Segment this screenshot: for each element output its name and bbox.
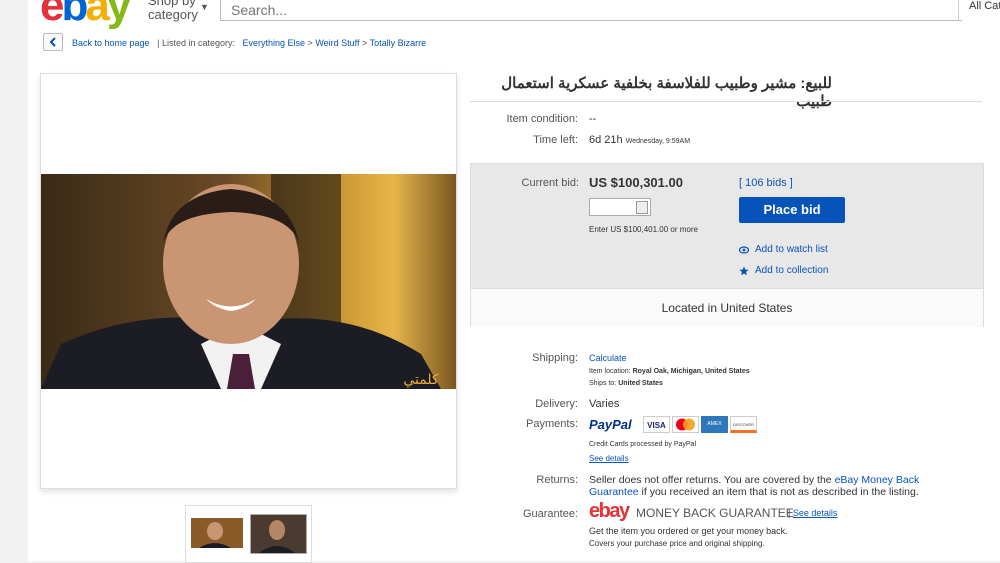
listing-title: للبيع: مشير وطبيب للفلاسفة بخلفية عسكرية… <box>501 75 832 110</box>
all-categories-select[interactable]: All Cat <box>958 0 1000 20</box>
bid-count-link[interactable]: [ 106 bids ] <box>739 177 793 189</box>
guarantee-label: Guarantee: <box>522 508 578 520</box>
item-location-banner: Located in United States <box>471 288 983 327</box>
ships-to: Ships to: United States <box>589 380 663 387</box>
payments-see-details-link[interactable]: See details <box>589 454 629 463</box>
item-location-value: Royal Oak, Michigan, United States <box>632 368 750 375</box>
search-box[interactable] <box>220 0 962 21</box>
back-to-home-link[interactable]: Back to home page <box>72 38 150 48</box>
see-details-text[interactable]: See details <box>589 454 629 463</box>
returns-text-part1: Seller does not offer returns. You are c… <box>589 474 832 486</box>
discover-card-icon: DISCOVER <box>730 416 757 433</box>
guarantee-see-details-link[interactable]: See details <box>793 508 838 518</box>
amex-card-icon: AMEX <box>701 416 728 433</box>
main-image-panel[interactable]: كلمتي <box>40 73 457 489</box>
breadcrumb: Back to home page | Listed in category: … <box>72 38 426 48</box>
current-bid-value: US $100,301.00 <box>589 175 683 190</box>
shipping-label: Shipping: <box>532 352 578 364</box>
chevron-left-icon <box>49 37 56 47</box>
money-back-link[interactable]: eBay Money Back <box>835 474 920 486</box>
guarantee-link[interactable]: Guarantee <box>589 486 639 498</box>
bid-box: Current bid: US $100,301.00 [ 106 bids ]… <box>470 163 984 327</box>
breadcrumb-separator: | <box>157 38 160 48</box>
item-location: Item location: Royal Oak, Michigan, Unit… <box>589 368 750 375</box>
search-input[interactable] <box>221 0 941 18</box>
breadcrumb-item[interactable]: Everything Else <box>243 38 306 48</box>
guarantee-ebay-logo: ebay <box>589 500 630 522</box>
item-location-label: Item location: <box>589 368 631 375</box>
watermark-text: كلمتي <box>403 372 439 388</box>
paypal-logo: PayPal <box>589 417 632 432</box>
logo-letter-a: a <box>85 0 110 30</box>
time-left-label: Time left: <box>533 134 578 146</box>
ebay-logo[interactable]: ebay <box>40 0 132 30</box>
ships-to-value: United States <box>618 380 663 387</box>
guarantee-line-2: Covers your purchase price and original … <box>589 539 765 548</box>
item-photo[interactable]: كلمتي <box>41 174 456 389</box>
star-icon <box>739 266 749 276</box>
payments-label: Payments: <box>526 418 578 430</box>
breadcrumb-item[interactable]: Totally Bizarre <box>370 38 427 48</box>
current-bid-label: Current bid: <box>521 177 579 189</box>
credit-cards-processed-text: Credit Cards processed by PayPal <box>589 441 696 448</box>
back-button[interactable] <box>43 33 63 51</box>
breadcrumb-item[interactable]: Weird Stuff <box>315 38 359 48</box>
item-condition-value: -- <box>589 113 597 125</box>
photo-illustration: كلمتي <box>41 174 456 389</box>
breadcrumb-arrow: > <box>307 38 313 48</box>
logo-letter-e: e <box>40 0 65 30</box>
calculate-shipping-link[interactable]: Calculate <box>589 353 627 363</box>
guarantee-line-1: Get the item you ordered or get your mon… <box>589 526 788 536</box>
time-left-value: 6d 21h Wednesday, 9:59AM <box>589 134 690 146</box>
add-to-watch-list-link[interactable]: Add to watch list <box>755 244 828 255</box>
listed-in-label: Listed in category: <box>161 38 235 48</box>
logo-letter-y: y <box>106 0 132 30</box>
money-back-guarantee-text: MONEY BACK GUARANTEE <box>636 506 794 520</box>
thumbnail-2[interactable] <box>250 514 307 554</box>
bid-hint: Enter US $100,401.00 or more <box>589 225 698 234</box>
time-left-duration: 6d 21h <box>589 134 623 146</box>
logo-letter-b: b <box>61 0 88 30</box>
visa-card-icon: VISA <box>643 416 670 433</box>
shop-by-category-button[interactable]: Shop by category ▼ <box>148 0 209 22</box>
credit-card-logos: VISA AMEX DISCOVER <box>643 416 759 433</box>
item-condition-label: Item condition: <box>506 113 578 125</box>
breadcrumb-arrow: > <box>362 38 368 48</box>
ships-to-label: Ships to: <box>589 380 617 387</box>
returns-label: Returns: <box>536 474 578 486</box>
title-divider <box>470 101 982 102</box>
mastercard-icon <box>672 416 699 433</box>
chevron-down-icon: ▼ <box>200 2 209 12</box>
thumbnail-1[interactable] <box>191 518 243 548</box>
stepper-icon[interactable] <box>636 201 648 214</box>
eye-icon <box>739 246 749 254</box>
time-left-detail: Wednesday, 9:59AM <box>625 138 691 145</box>
returns-text-part2: if you received an item that is not as d… <box>641 486 919 498</box>
place-bid-button[interactable]: Place bid <box>739 197 845 223</box>
guarantee-see-details: | See details <box>788 508 838 518</box>
thumbnail-strip <box>185 505 312 563</box>
delivery-label: Delivery: <box>535 398 578 410</box>
category-label: category <box>148 7 198 22</box>
returns-text: Seller does not offer returns. You are c… <box>589 474 959 498</box>
delivery-value: Varies <box>589 398 620 410</box>
add-to-collection-link[interactable]: Add to collection <box>755 265 828 276</box>
bid-amount-input[interactable] <box>589 198 651 216</box>
